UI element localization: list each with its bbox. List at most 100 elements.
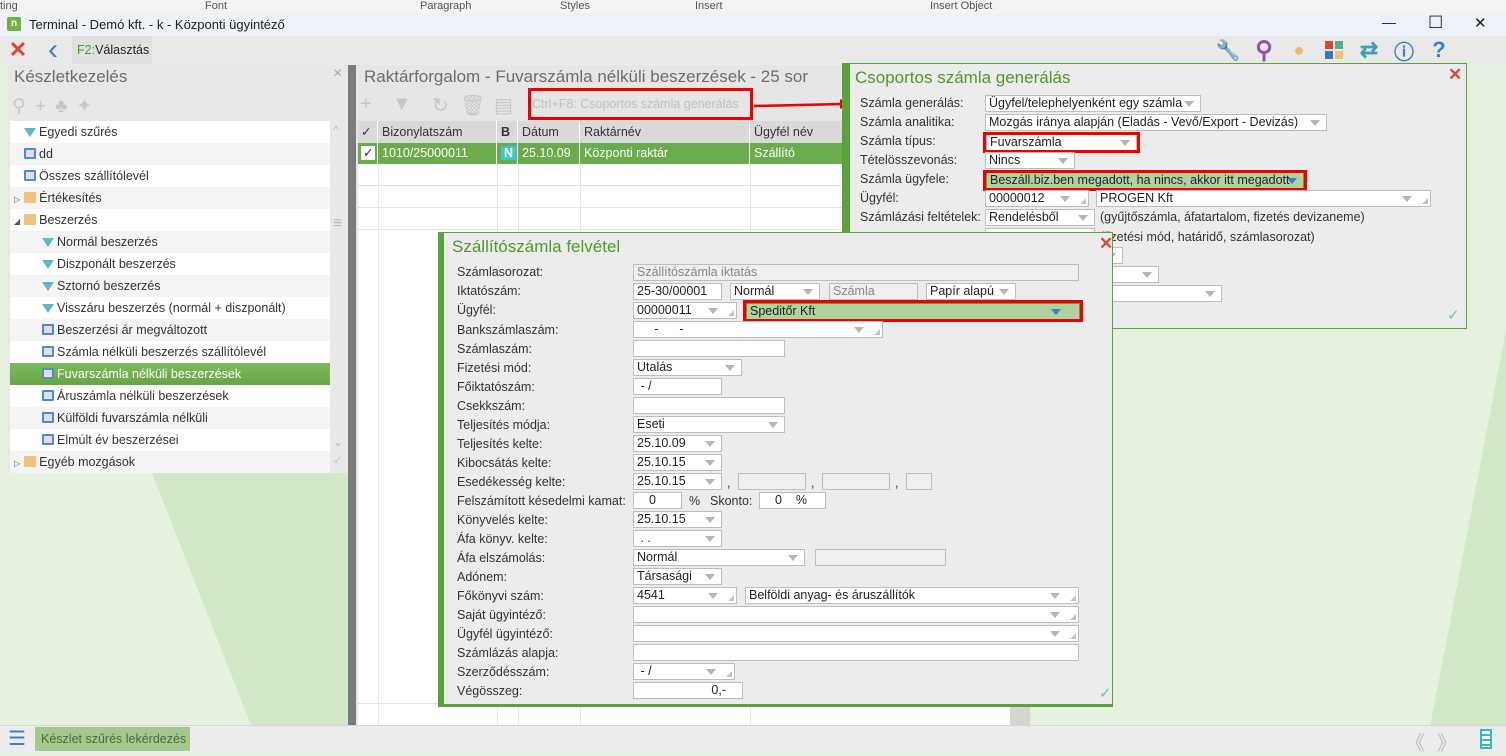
medium-select[interactable]: Papír alapú <box>926 283 1016 300</box>
tree-item[interactable]: Sztornó beszerzés <box>10 275 330 297</box>
generation-select[interactable]: Ügyfel/telephelyenként egy számla <box>985 95 1201 112</box>
dialog-close-button[interactable]: ✕ <box>1099 234 1113 254</box>
tree-item[interactable]: ◢ Beszerzés <box>10 209 330 231</box>
close-window-button[interactable]: ✕ <box>1474 14 1487 32</box>
reg-no-field[interactable]: 25-30/00001 <box>633 283 722 300</box>
add-icon[interactable]: + <box>360 93 372 116</box>
column-header[interactable]: Dátum <box>518 121 580 143</box>
main-toolbar: ✕ ‹ F2:Választás 🔧 ⚲ ● ⇄ ⓘ ? <box>0 33 1506 66</box>
tree-item[interactable]: ▷ Értékesítés <box>10 187 330 209</box>
analytics-select[interactable]: Mozgás iránya alapján (Eladás - Vevő/Exp… <box>985 114 1327 131</box>
search-icon[interactable]: ⚲ <box>12 96 35 117</box>
tree-item[interactable]: Diszponált beszerzés <box>10 253 330 275</box>
skonto-field[interactable]: 0 % <box>759 492 826 509</box>
tax-select[interactable]: Társasági <box>633 568 722 585</box>
customer-name-select[interactable]: PROGEN Kft <box>1096 190 1431 207</box>
merge-select[interactable]: Nincs <box>985 152 1075 169</box>
menu-icon[interactable]: ☰ <box>8 726 26 751</box>
vat-mode-select[interactable]: Normál <box>633 549 805 566</box>
customer-agent-select[interactable] <box>633 625 1079 642</box>
expand-icon[interactable]: ◢ <box>14 217 20 226</box>
column-header[interactable]: B <box>497 121 518 143</box>
apps-icon[interactable] <box>1318 36 1350 64</box>
interest-field[interactable]: 0 <box>633 492 682 509</box>
column-header[interactable]: Bizonylatszám <box>378 121 497 143</box>
info-icon[interactable]: ⓘ <box>1388 36 1420 64</box>
refresh-icon[interactable]: ↻ <box>432 93 449 118</box>
scroll-handle-icon[interactable]: ≡ <box>333 215 342 233</box>
tree-item[interactable]: ▷ Egyéb mozgások <box>10 451 330 473</box>
bank-account-select[interactable]: - - <box>633 321 883 338</box>
panel-close-button[interactable]: × <box>333 65 342 83</box>
tree-item[interactable]: Áruszámla nélküli beszerzések <box>10 385 330 407</box>
select-all-checkbox[interactable]: ✓ <box>358 121 378 143</box>
tree-item[interactable]: Beszerzési ár megváltozott <box>10 319 330 341</box>
list-view-icon[interactable] <box>1480 729 1492 749</box>
cheque-field[interactable] <box>633 397 785 414</box>
pin-icon[interactable]: ✦ <box>77 96 102 117</box>
add-icon[interactable]: + <box>35 96 55 117</box>
ledger-code-select[interactable]: 4541 <box>633 587 737 604</box>
panel-splitter[interactable] <box>348 65 356 725</box>
issue-date-picker[interactable]: 25.10.15 <box>633 454 722 471</box>
label: Számlázási feltételek: <box>860 210 981 224</box>
tree-item[interactable]: Visszáru beszerzés (normál + diszponált) <box>10 297 330 319</box>
ok-button[interactable]: ✓ <box>1099 684 1112 702</box>
user-icon[interactable]: ● <box>1283 36 1315 64</box>
label: Felszámított késedelmi kamat: <box>457 494 626 508</box>
tree-item[interactable]: Külföldi fuvarszámla nélküli <box>10 407 330 429</box>
customer-code-select[interactable]: 00000012 <box>985 190 1089 207</box>
tree-item[interactable]: Elmúlt év beszerzései <box>10 429 330 451</box>
back-icon[interactable]: ‹ <box>37 33 69 66</box>
tree-item[interactable]: dd <box>10 143 330 165</box>
vat-date-picker[interactable]: . . <box>633 530 722 547</box>
fulfil-mode-select[interactable]: Eseti <box>633 416 785 433</box>
billing-basis-field[interactable] <box>633 644 1079 661</box>
terms-select[interactable]: Rendelésből <box>985 209 1095 226</box>
tree-item[interactable]: Fuvarszámla nélküli beszerzések <box>10 363 330 385</box>
main-reg-field[interactable]: - / <box>633 378 722 395</box>
row-checkbox[interactable]: ✓ <box>361 146 376 160</box>
column-header[interactable]: Raktárnév <box>580 121 750 143</box>
funnel-icon <box>42 304 54 313</box>
close-icon[interactable]: ✕ <box>2 36 34 64</box>
monitor-icon <box>24 170 36 181</box>
scroll-up-icon[interactable]: ^ <box>333 123 339 137</box>
minimize-button[interactable]: — <box>1382 14 1396 30</box>
customer-code-select[interactable]: 00000011 <box>633 302 737 319</box>
scroll-down-icon[interactable]: ⌄ <box>333 435 343 449</box>
contract-select[interactable]: - / <box>633 663 735 680</box>
filter-icon[interactable]: ▼ <box>392 93 412 116</box>
tree-item[interactable]: Számla nélküli beszerzés szállítólevél <box>10 341 330 363</box>
delete-icon[interactable]: 🗑 <box>460 93 485 118</box>
tree-icon[interactable]: ♣ <box>55 96 76 117</box>
posting-date-picker[interactable]: 25.10.15 <box>633 511 722 528</box>
invoice-number-field[interactable] <box>633 340 785 357</box>
tree-item[interactable]: Normál beszerzés <box>10 231 330 253</box>
select-shortcut: F2: <box>77 43 96 57</box>
payment-method-select[interactable]: Utalás <box>633 359 742 376</box>
tree-item[interactable]: Összes szállítólevél <box>10 165 330 187</box>
due-date-picker[interactable]: 25.10.15 <box>633 473 722 490</box>
wrench-icon[interactable]: 🔧 <box>1212 36 1244 64</box>
fulfil-date-picker[interactable]: 25.10.09 <box>633 435 722 452</box>
ledger-name-select[interactable]: Belföldi anyag- és áruszállítók <box>745 587 1079 604</box>
ok-button[interactable]: ✓ <box>1447 306 1460 324</box>
expand-icon[interactable]: ▷ <box>14 195 20 204</box>
swap-icon[interactable]: ⇄ <box>1353 36 1385 64</box>
select-button[interactable]: F2:Választás <box>72 36 152 64</box>
maximize-button[interactable]: ☐ <box>1428 13 1443 33</box>
reg-kind-select[interactable]: Normál <box>730 283 820 300</box>
window-title: Terminal - Demó kft. - k - Központi ügyi… <box>29 17 285 32</box>
print-icon[interactable]: ▤ <box>494 93 513 118</box>
tree-item[interactable]: Egyedi szűrés <box>10 121 330 143</box>
search-icon[interactable]: ⚲ <box>1248 36 1280 64</box>
help-icon[interactable]: ? <box>1423 36 1455 64</box>
own-agent-select[interactable] <box>633 606 1079 623</box>
highlight-box <box>983 132 1140 153</box>
tab-stock-filter-query[interactable]: Készlet szűrés lekérdezés <box>35 727 190 751</box>
separator: , <box>727 476 731 490</box>
expand-icon[interactable]: ▷ <box>14 459 20 468</box>
label: Adónem: <box>457 570 508 584</box>
dialog-close-button[interactable]: ✕ <box>1448 65 1462 85</box>
